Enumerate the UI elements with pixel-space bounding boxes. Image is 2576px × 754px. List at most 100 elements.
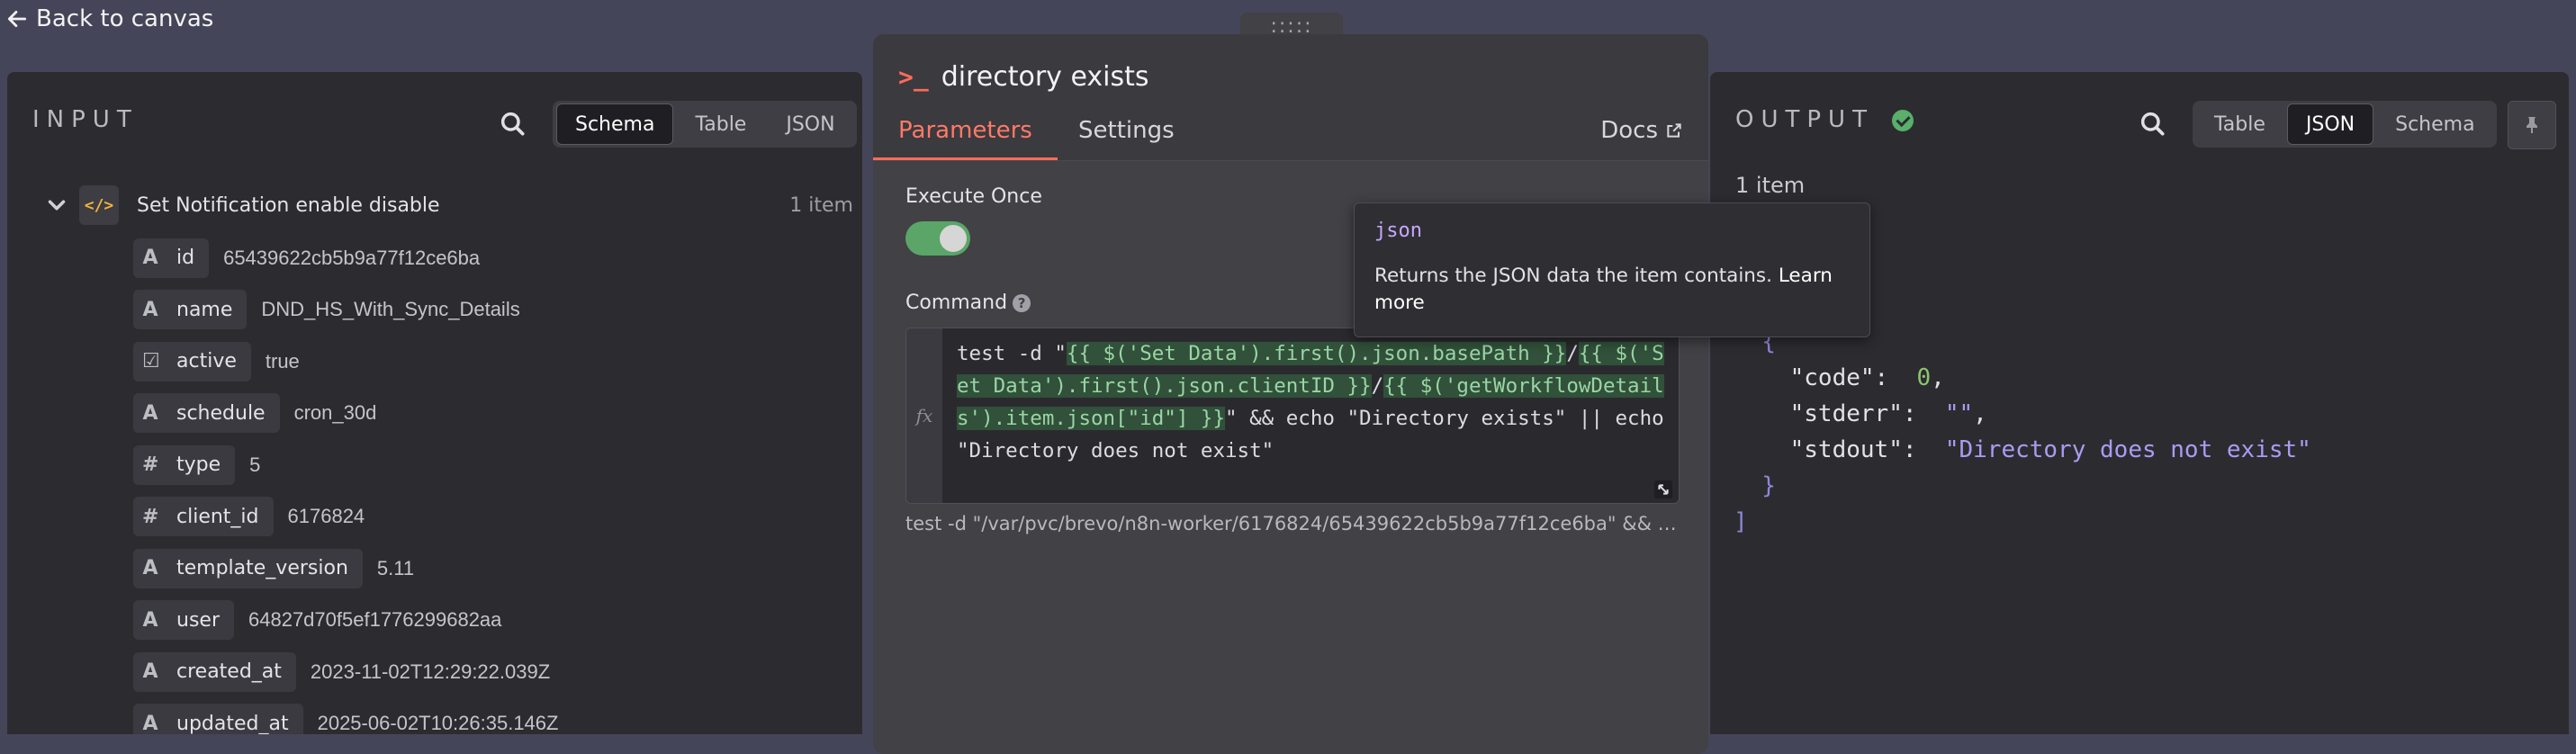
input-view-switcher: Schema Table JSON (553, 101, 857, 148)
schema-field: Acreated_at 2023-11-02T12:29:22.039Z (133, 646, 558, 698)
expression: {{ $('Set Data').first().json.basePath }… (1066, 342, 1567, 365)
json-brace: } (1734, 472, 1776, 499)
string-type-icon: A (142, 557, 158, 580)
field-pill[interactable]: Aid (133, 238, 210, 278)
output-view-switcher: Table JSON Schema (2193, 101, 2497, 148)
number-type-icon: # (142, 505, 159, 528)
boolean-type-icon: ☑ (142, 350, 160, 373)
json-value: 0 (1916, 364, 1932, 391)
docs-link[interactable]: Docs (1600, 117, 1683, 144)
field-pill[interactable]: Auser (133, 600, 234, 641)
external-link-icon (1667, 123, 1681, 138)
field-key: user (176, 608, 220, 632)
string-type-icon: A (142, 401, 158, 425)
input-title: INPUT (32, 106, 139, 133)
tab-settings[interactable]: Settings (1078, 117, 1175, 158)
field-key: name (176, 298, 233, 321)
json-value: "" (1944, 400, 1974, 427)
command-label: Command? (905, 292, 1031, 314)
field-pill[interactable]: ☑ active (133, 341, 251, 381)
field-value: true (265, 349, 300, 373)
schema-field: # type 5 (133, 439, 558, 491)
command-label-text: Command (905, 292, 1008, 314)
node-settings-modal: >_ directory exists Parameters Settings … (873, 34, 1708, 754)
field-value: 64827d70f5ef1776299682aa (248, 608, 502, 632)
field-pill[interactable]: Aname (133, 290, 248, 330)
expand-editor-icon[interactable] (1653, 480, 1673, 499)
search-icon[interactable] (2139, 110, 2167, 139)
tab-table[interactable]: Table (2196, 104, 2283, 144)
schema-field: # client_id 6176824 (133, 491, 558, 543)
field-key: template_version (176, 557, 348, 580)
field-key: active (176, 350, 237, 373)
execute-once-toggle[interactable] (905, 221, 970, 256)
field-pill[interactable]: Atemplate_version (133, 548, 363, 588)
input-panel: INPUT Schema Table JSON </> Set Notifica… (7, 72, 862, 734)
field-value: 5 (249, 453, 261, 476)
json-key: "stdout" (1789, 436, 1903, 463)
schema-field: Aschedule cron_30d (133, 388, 558, 440)
tooltip-text: Returns the JSON data the item contains. (1374, 265, 1772, 287)
tab-schema[interactable]: Schema (556, 103, 674, 145)
field-pill[interactable]: Acreated_at (133, 651, 296, 692)
field-value: DND_HS_With_Sync_Details (261, 298, 520, 321)
string-type-icon: A (142, 660, 158, 684)
schema-field: ☑ active true (133, 336, 558, 388)
field-value: 65439622cb5b9a77f12ce6ba (223, 246, 481, 269)
field-value: 6176824 (287, 505, 365, 528)
pin-icon (2526, 117, 2537, 133)
tab-schema[interactable]: Schema (2377, 104, 2492, 144)
field-pill[interactable]: # type (133, 444, 236, 485)
field-key: created_at (176, 660, 282, 684)
json-value: "Directory does not exist" (1944, 436, 2311, 463)
field-key: updated_at (176, 712, 289, 734)
output-item-count: 1 item (1735, 173, 1806, 198)
code-node-icon: </> (79, 185, 119, 225)
schema-field: Auser 64827d70f5ef1776299682aa (133, 595, 558, 647)
output-panel: OUTPUT Table JSON Schema 1 item [ { "cod… (1710, 72, 2569, 734)
command-editor[interactable]: fx test -d "{{ $('Set Data').first().jso… (905, 328, 1680, 504)
string-type-icon: A (142, 712, 158, 734)
modal-header: >_ directory exists Parameters Settings … (873, 34, 1708, 161)
toggle-knob (940, 225, 967, 252)
field-value: 5.11 (376, 556, 415, 579)
search-icon[interactable] (499, 110, 527, 139)
help-icon[interactable]: ? (1013, 294, 1031, 312)
field-value: 2025-06-02T10:26:35.146Z (317, 712, 559, 734)
tab-parameters[interactable]: Parameters (873, 117, 1058, 160)
pin-data-button[interactable] (2508, 101, 2556, 149)
field-key: type (176, 453, 221, 477)
node-name: Set Notification enable disable (137, 193, 440, 217)
fx-icon: fx (906, 328, 942, 503)
field-pill[interactable]: Aschedule (133, 393, 280, 434)
schema-field: Atemplate_version 5.11 (133, 543, 558, 595)
field-pill[interactable]: Aupdated_at (133, 704, 303, 734)
tab-json[interactable]: JSON (768, 104, 852, 144)
output-title-text: OUTPUT (1735, 106, 1874, 133)
schema-field-list: Aid 65439622cb5b9a77f12ce6ba Aname DND_HS_… (133, 232, 558, 734)
modal-tabs: Parameters Settings Docs (873, 117, 1708, 161)
back-label: Back to canvas (36, 5, 214, 32)
execute-once-label: Execute Once (905, 185, 1042, 208)
field-pill[interactable]: # client_id (133, 497, 274, 537)
node-title-text[interactable]: directory exists (941, 61, 1149, 93)
schema-field: Aid 65439622cb5b9a77f12ce6ba (133, 232, 558, 284)
success-check-icon (1892, 109, 1914, 131)
schema-field: Aupdated_at 2025-06-02T10:26:35.146Z (133, 698, 559, 734)
tab-table[interactable]: Table (677, 104, 764, 144)
number-type-icon: # (142, 453, 159, 477)
json-key: "code" (1789, 364, 1875, 391)
command-code[interactable]: test -d "{{ $('Set Data').first().json.b… (957, 337, 1668, 467)
chevron-down-icon[interactable] (43, 192, 70, 219)
node-title: >_ directory exists (898, 61, 1149, 93)
schema-field: Aname DND_HS_With_Sync_Details (133, 284, 558, 337)
string-type-icon: A (142, 247, 158, 270)
field-key: schedule (176, 401, 266, 425)
json-bracket: ] (1734, 508, 1748, 535)
terminal-icon: >_ (898, 62, 929, 92)
tab-json[interactable]: JSON (2286, 103, 2374, 145)
back-to-canvas-link[interactable]: Back to canvas (5, 2, 213, 36)
field-key: client_id (176, 505, 259, 528)
command-preview: test -d "/var/pvc/brevo/n8n-worker/61768… (905, 513, 1680, 534)
input-node-row[interactable]: </> Set Notification enable disable 1 it… (43, 180, 853, 230)
